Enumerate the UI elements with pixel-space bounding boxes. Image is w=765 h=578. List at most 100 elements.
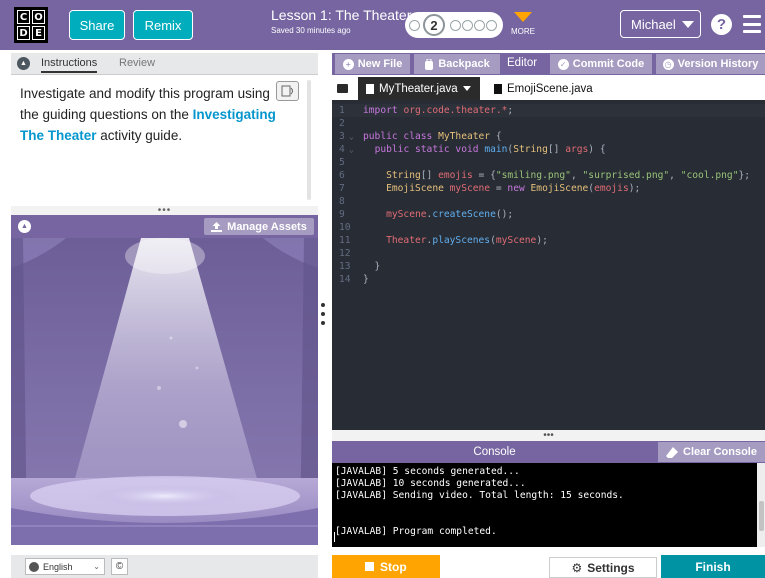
manage-assets-button[interactable]: Manage Assets	[204, 218, 314, 235]
clock-icon: ◷	[662, 58, 674, 70]
hamburger-menu-icon[interactable]	[743, 15, 761, 33]
console-header: Console Clear Console	[332, 441, 765, 463]
manage-assets-label: Manage Assets	[227, 220, 307, 233]
language-value: English	[43, 561, 73, 572]
new-file-button[interactable]: + New File	[335, 54, 410, 74]
level-bubble[interactable]	[462, 20, 473, 31]
code-line: 14}	[332, 273, 765, 286]
more-arrow-icon[interactable]	[514, 12, 532, 22]
user-name: Michael	[631, 16, 676, 32]
backpack-icon	[425, 58, 434, 70]
level-bubble[interactable]	[450, 20, 461, 31]
line-number: 6	[339, 170, 345, 181]
console-resize-handle[interactable]: •••	[332, 430, 765, 441]
console-title: Console	[473, 446, 516, 458]
collapse-icon[interactable]: ▲	[18, 220, 31, 233]
code-token: ();	[495, 209, 514, 220]
folder-icon[interactable]	[337, 84, 348, 93]
caret-down-icon[interactable]	[462, 86, 471, 91]
header-bar: C O D E Share Remix Lesson 1: The Theate…	[0, 0, 765, 50]
level-bubble-current[interactable]: 2	[423, 14, 445, 36]
vertical-resize-handle[interactable]	[321, 303, 325, 325]
finish-button[interactable]: Finish	[661, 555, 765, 578]
code-token: myScene	[495, 235, 537, 246]
line-number: 11	[339, 235, 351, 246]
text-to-speech-button[interactable]	[276, 81, 299, 101]
code-line: 11 Theater.playScenes(myScene);	[332, 234, 765, 247]
more-label[interactable]: MORE	[511, 27, 535, 36]
tab-emojiscene-java[interactable]: EmojiScene.java	[492, 77, 593, 100]
console-line: [JAVALAB] Program completed.	[335, 526, 497, 537]
code-text: myScene.createScene();	[363, 208, 513, 221]
code-token: {	[490, 131, 502, 142]
file-tab-bar: MyTheater.java EmojiScene.java	[332, 77, 765, 100]
console-line: [JAVALAB] Sending video. Total length: 1…	[335, 490, 624, 501]
line-number: 9	[339, 209, 345, 220]
tab-review[interactable]: Review	[119, 57, 155, 69]
version-history-button[interactable]: ◷ Version History	[656, 54, 765, 74]
commit-code-button[interactable]: ✓ Commit Code	[550, 54, 652, 74]
settings-button[interactable]: ⚙ Settings	[549, 557, 657, 578]
remix-button[interactable]: Remix	[133, 10, 193, 40]
level-bubble[interactable]	[474, 20, 485, 31]
line-number: 2	[339, 118, 345, 129]
code-org-logo[interactable]: C O D E	[14, 7, 48, 43]
console-output[interactable]: [JAVALAB] 5 seconds generated... [JAVALA…	[332, 463, 757, 547]
user-menu[interactable]: Michael	[620, 10, 701, 38]
panel-resize-handle[interactable]: •••	[11, 205, 318, 216]
code-line: 3 ⌄ public class MyTheater {	[332, 130, 765, 143]
tab-instructions[interactable]: Instructions	[41, 57, 98, 73]
version-history-label: Version History	[677, 58, 759, 70]
code-token: }	[363, 274, 369, 285]
stop-button[interactable]: Stop	[332, 555, 440, 578]
code-token: createScene	[432, 209, 496, 220]
stop-icon	[365, 562, 374, 571]
share-button[interactable]: Share	[69, 10, 125, 40]
line-number: 8	[339, 196, 345, 207]
code-line: 5	[332, 156, 765, 169]
code-token: ;	[507, 105, 514, 116]
logo-letter: C	[17, 10, 30, 24]
help-icon[interactable]: ?	[711, 14, 732, 35]
stop-label: Stop	[380, 559, 407, 574]
code-token: myScene	[386, 209, 427, 220]
level-bubble[interactable]	[486, 20, 497, 31]
level-bubble[interactable]	[409, 20, 420, 31]
backpack-button[interactable]: Backpack	[414, 54, 500, 74]
code-token: );	[536, 235, 548, 246]
code-text: public class MyTheater {	[363, 130, 502, 143]
run-controls: Stop ⚙ Settings Finish	[332, 555, 765, 578]
code-text: }	[363, 260, 381, 273]
code-token: Theater	[386, 235, 427, 246]
code-token: playScenes	[432, 235, 491, 246]
code-token: "smiling.png"	[495, 170, 571, 181]
instructions-tab-bar: ▲ Instructions Review	[11, 53, 318, 75]
code-token: myScene	[449, 183, 491, 194]
instructions-scrollbar[interactable]	[307, 80, 311, 200]
code-token: import	[363, 105, 404, 116]
code-line: 6 String[] emojis = {"smiling.png", "sur…	[332, 169, 765, 182]
code-token: EmojiScene	[530, 183, 589, 194]
settings-label: Settings	[587, 560, 635, 575]
collapse-icon[interactable]: ▲	[17, 57, 30, 70]
code-text: public static void main(String[] args) {	[363, 143, 606, 156]
code-token: =	[490, 183, 508, 194]
gear-icon: ⚙	[571, 560, 583, 575]
code-editor[interactable]: 1 import org.code.theater.*; 2 3 ⌄ public cla…	[332, 100, 765, 430]
code-token: String	[386, 170, 421, 181]
code-token: "surprised.png"	[582, 170, 670, 181]
code-line: 8	[332, 195, 765, 208]
fold-toggle-icon[interactable]: ⌄	[349, 143, 354, 156]
fold-toggle-icon[interactable]: ⌄	[349, 130, 354, 143]
console-scrollbar[interactable]	[757, 463, 765, 547]
language-select[interactable]: English ⌄	[25, 558, 105, 575]
code-token: args	[565, 144, 589, 155]
tab-mytheater-java[interactable]: MyTheater.java	[358, 77, 480, 100]
code-token: ) {	[588, 144, 606, 155]
lesson-title: Lesson 1: The Theater	[271, 7, 412, 23]
clear-console-button[interactable]: Clear Console	[658, 442, 765, 462]
copyright-button[interactable]: ©	[111, 558, 128, 575]
code-line: 4 ⌄ public static void main(String[] args…	[332, 143, 765, 156]
